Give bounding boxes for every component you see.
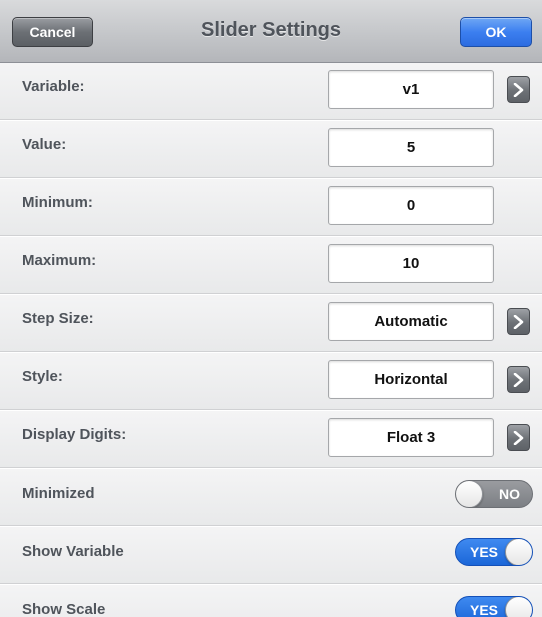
row-show-scale: Show Scale YES [0,585,542,617]
minimum-label: Minimum: [22,194,93,211]
show-variable-toggle-state: YES [470,544,499,560]
row-variable: Variable: v1 [0,63,542,121]
style-label: Style: [22,368,63,385]
show-variable-label: Show Variable [22,543,124,560]
maximum-field[interactable]: 10 [328,244,494,283]
toggle-knob [505,539,532,565]
step-size-chevron-right-icon[interactable] [507,308,530,335]
style-chevron-right-icon[interactable] [507,366,530,393]
settings-list: Variable: v1 Value: 5 Minimum: 0 Maximum… [0,63,542,617]
row-minimized: Minimized NO [0,469,542,527]
show-scale-toggle-state: YES [470,602,499,617]
row-maximum: Maximum: 10 [0,237,542,295]
variable-label: Variable: [22,78,85,95]
minimum-field[interactable]: 0 [328,186,494,225]
row-style: Style: Horizontal [0,353,542,411]
step-size-field[interactable]: Automatic [328,302,494,341]
row-step-size: Step Size: Automatic [0,295,542,353]
show-scale-toggle[interactable]: YES [455,596,533,617]
variable-field[interactable]: v1 [328,70,494,109]
row-show-variable: Show Variable YES [0,527,542,585]
show-variable-toggle[interactable]: YES [455,538,533,566]
ok-button[interactable]: OK [460,17,532,47]
variable-chevron-right-icon[interactable] [507,76,530,103]
maximum-label: Maximum: [22,252,97,269]
value-field[interactable]: 5 [328,128,494,167]
navigation-bar: Cancel Slider Settings OK [0,0,542,63]
minimized-toggle[interactable]: NO [455,480,533,508]
toggle-knob [505,597,532,617]
display-digits-label: Display Digits: [22,426,127,443]
row-minimum: Minimum: 0 [0,179,542,237]
row-display-digits: Display Digits: Float 3 [0,411,542,469]
minimized-label: Minimized [22,485,95,502]
display-digits-field[interactable]: Float 3 [328,418,494,457]
row-value: Value: 5 [0,121,542,179]
style-field[interactable]: Horizontal [328,360,494,399]
minimized-toggle-state: NO [499,486,520,502]
toggle-knob [456,481,483,507]
step-size-label: Step Size: [22,310,94,327]
show-scale-label: Show Scale [22,601,106,617]
value-label: Value: [22,136,67,153]
display-digits-chevron-right-icon[interactable] [507,424,530,451]
